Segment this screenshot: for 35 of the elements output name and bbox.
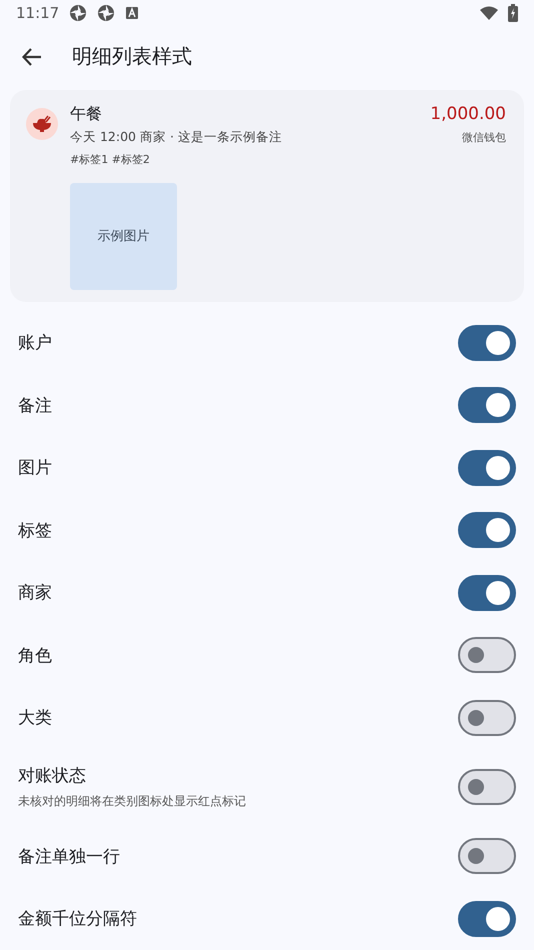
setting-label: 大类: [18, 707, 53, 730]
entry-tags: #标签1 #标签2: [70, 152, 418, 166]
setting-label: 商家: [18, 582, 53, 604]
toggle-switch[interactable]: [458, 387, 516, 424]
toggle-switch[interactable]: [458, 450, 516, 486]
battery-icon: [508, 4, 518, 22]
setting-label: 备注: [18, 394, 53, 417]
pinwheel-icon: [97, 4, 116, 22]
toggle-switch[interactable]: [458, 512, 516, 548]
toggle-switch[interactable]: [458, 700, 516, 736]
setting-label: 标签: [18, 520, 53, 542]
wifi-icon: [480, 6, 498, 20]
toggle-switch[interactable]: [458, 838, 516, 874]
bowl-icon: [26, 108, 58, 140]
toggle-switch[interactable]: [458, 637, 516, 674]
pinwheel-icon: [69, 4, 88, 22]
status-time: 11:17: [16, 4, 60, 22]
keyboard-app-icon: [125, 6, 140, 20]
account-name: 微信钱包: [462, 130, 506, 144]
category-name: 午餐: [70, 104, 103, 124]
setting-label: 对账状态: [18, 765, 87, 787]
page-title: 明细列表样式: [72, 43, 192, 70]
setting-label: 金额千位分隔符: [18, 908, 138, 930]
setting-label: 备注单独一行: [18, 846, 121, 868]
setting-description: 未核对的明细将在类别图标处显示红点标记: [18, 793, 247, 810]
entry-detail: 今天 12:00 商家 · 这是一条示例备注: [70, 128, 283, 146]
toggle-switch[interactable]: [458, 769, 516, 805]
image-label: 示例图片: [98, 228, 150, 245]
toggle-switch[interactable]: [458, 900, 516, 937]
amount: 1,000.00: [430, 104, 506, 124]
setting-label: 角色: [18, 644, 53, 667]
toggle-switch[interactable]: [458, 324, 516, 361]
toggle-switch[interactable]: [458, 574, 516, 611]
setting-label: 账户: [18, 332, 53, 354]
setting-label: 图片: [18, 457, 53, 480]
